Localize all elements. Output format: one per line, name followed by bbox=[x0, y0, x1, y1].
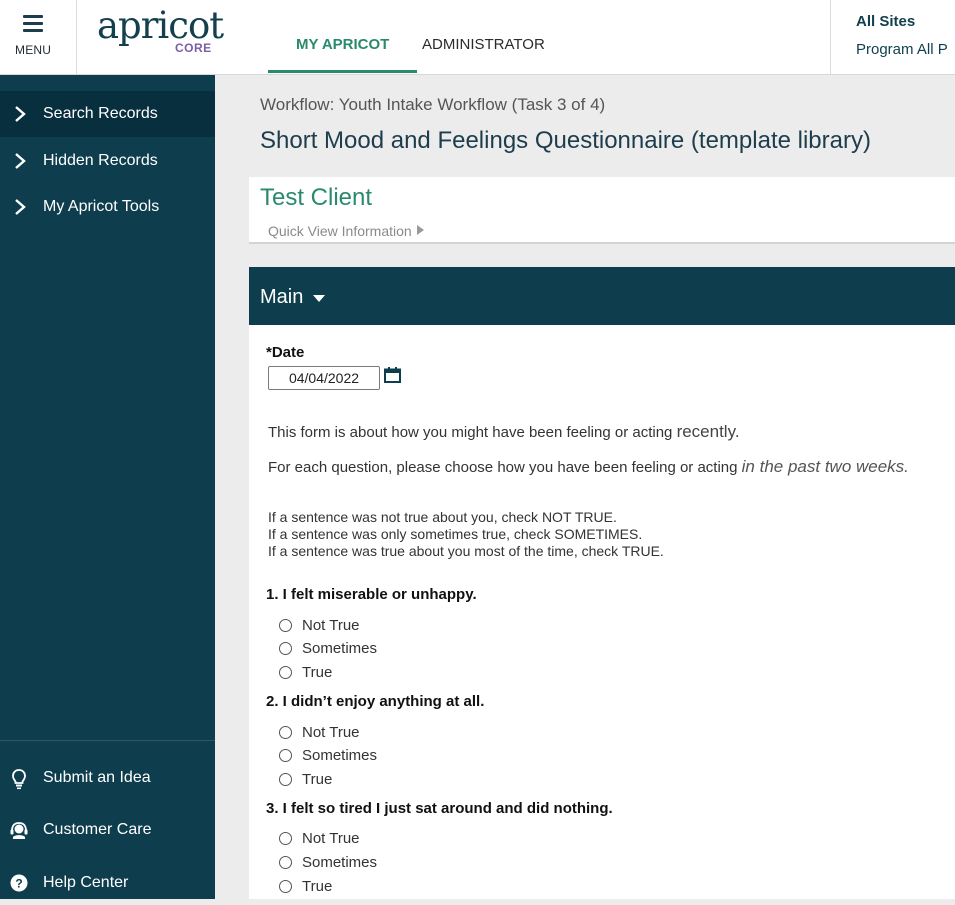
quick-view-label: Quick View Information bbox=[268, 223, 412, 239]
caret-down-icon bbox=[313, 295, 325, 302]
page-title: Short Mood and Feelings Questionnaire (t… bbox=[260, 127, 871, 154]
top-header: MENU apricot CORE MY APRICOT ADMINISTRAT… bbox=[0, 0, 955, 75]
radio-button[interactable] bbox=[279, 773, 292, 786]
sidebar-submit-idea[interactable]: Submit an Idea bbox=[0, 760, 215, 800]
sidebar-item-label: Search Records bbox=[43, 105, 158, 122]
menu-button[interactable]: MENU bbox=[0, 0, 77, 74]
sidebar-item-label: Hidden Records bbox=[43, 152, 158, 169]
workflow-breadcrumb: Workflow: Youth Intake Workflow (Task 3 … bbox=[260, 95, 606, 114]
logo-sub: CORE bbox=[175, 41, 212, 55]
intro-2-emphasis: in the past two weeks. bbox=[741, 457, 909, 476]
tab-my-apricot[interactable]: MY APRICOT bbox=[296, 36, 389, 53]
radio-button[interactable] bbox=[279, 666, 292, 679]
date-label: *Date bbox=[266, 344, 305, 361]
sidebar-item-hidden-records[interactable]: Hidden Records bbox=[0, 138, 215, 184]
intro-1-text: This form is about how you might have be… bbox=[268, 424, 677, 441]
instruction-line: If a sentence was true about you most of… bbox=[268, 543, 664, 559]
apricot-logo[interactable]: apricot CORE bbox=[97, 4, 224, 55]
lightbulb-icon bbox=[12, 769, 26, 790]
sidebar-divider bbox=[0, 740, 215, 741]
question-title: 1. I felt miserable or unhappy. bbox=[266, 586, 477, 603]
caret-right-icon bbox=[416, 225, 424, 235]
site-program: Program All P bbox=[856, 41, 948, 58]
headset-icon bbox=[10, 822, 28, 839]
menu-label: MENU bbox=[15, 43, 52, 57]
hamburger-icon bbox=[23, 15, 43, 36]
radio-label: Not True bbox=[302, 724, 360, 741]
radio-label: True bbox=[302, 878, 333, 895]
radio-button[interactable] bbox=[279, 642, 292, 655]
instruction-line: If a sentence was not true about you, ch… bbox=[268, 509, 617, 525]
site-selector[interactable]: All Sites Program All P bbox=[830, 0, 955, 74]
question-title: 2. I didn’t enjoy anything at all. bbox=[266, 693, 485, 710]
chevron-right-icon bbox=[15, 106, 26, 122]
sidebar-item-search-records[interactable]: Search Records bbox=[0, 91, 215, 137]
calendar-icon[interactable] bbox=[384, 367, 401, 383]
sidebar: Search Records Hidden Records My Apricot… bbox=[0, 75, 215, 899]
intro-text-2: For each question, please choose how you… bbox=[268, 457, 909, 477]
radio-label: Not True bbox=[302, 830, 360, 847]
sidebar-bottom-label: Customer Care bbox=[43, 821, 152, 838]
sidebar-item-my-apricot-tools[interactable]: My Apricot Tools bbox=[0, 184, 215, 230]
sidebar-bottom-label: Help Center bbox=[43, 874, 129, 891]
client-card: Test Client Quick View Information bbox=[249, 177, 955, 244]
chevron-right-icon bbox=[15, 199, 26, 215]
date-field[interactable] bbox=[268, 366, 380, 390]
intro-text-1: This form is about how you might have be… bbox=[268, 422, 740, 442]
radio-button[interactable] bbox=[279, 726, 292, 739]
client-name[interactable]: Test Client bbox=[260, 184, 372, 212]
site-title: All Sites bbox=[856, 13, 916, 30]
quick-view-toggle[interactable]: Quick View Information bbox=[268, 223, 424, 239]
radio-label: Sometimes bbox=[302, 854, 378, 871]
question-title: 3. I felt so tired I just sat around and… bbox=[266, 800, 613, 817]
radio-label: True bbox=[302, 771, 333, 788]
svg-text:?: ? bbox=[15, 877, 22, 891]
radio-label: Sometimes bbox=[302, 747, 378, 764]
tab-administrator[interactable]: ADMINISTRATOR bbox=[422, 36, 545, 53]
sidebar-help-center[interactable]: ? Help Center bbox=[0, 865, 215, 905]
help-icon: ? bbox=[10, 874, 28, 892]
radio-button[interactable] bbox=[279, 832, 292, 845]
instruction-line: If a sentence was only sometimes true, c… bbox=[268, 526, 643, 542]
section-title: Main bbox=[260, 286, 304, 308]
intro-2-text: For each question, please choose how you… bbox=[268, 459, 742, 476]
radio-label: Sometimes bbox=[302, 640, 378, 657]
sidebar-item-label: My Apricot Tools bbox=[43, 198, 160, 215]
sidebar-bottom-label: Submit an Idea bbox=[43, 769, 151, 786]
active-tab-indicator bbox=[268, 70, 417, 73]
chevron-right-icon bbox=[15, 153, 26, 169]
intro-1-emphasis: recently. bbox=[676, 422, 740, 441]
radio-button[interactable] bbox=[279, 619, 292, 632]
sidebar-customer-care[interactable]: Customer Care bbox=[0, 812, 215, 852]
radio-label: Not True bbox=[302, 617, 360, 634]
radio-button[interactable] bbox=[279, 880, 292, 893]
section-header-main[interactable]: Main bbox=[249, 267, 955, 325]
radio-label: True bbox=[302, 664, 333, 681]
radio-button[interactable] bbox=[279, 856, 292, 869]
instructions: If a sentence was not true about you, ch… bbox=[268, 509, 664, 560]
radio-button[interactable] bbox=[279, 749, 292, 762]
